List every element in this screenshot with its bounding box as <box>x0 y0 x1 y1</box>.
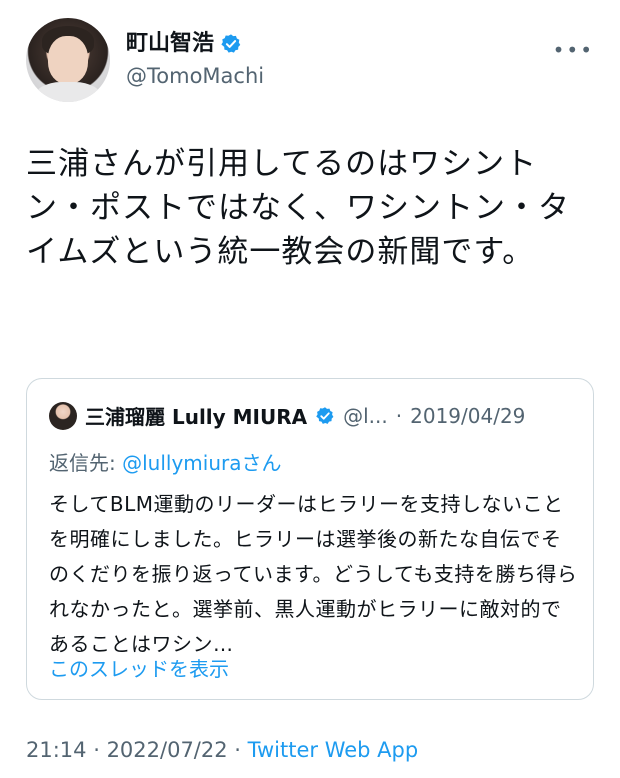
tweet-date[interactable]: 2022/07/22 <box>107 738 228 762</box>
more-dots-icon[interactable]: ••• <box>553 38 594 62</box>
quoted-tweet[interactable]: 三浦瑠麗 Lully MIURA @l... · 2019/04/29 返信先:… <box>26 378 594 700</box>
quoted-author-avatar <box>49 401 77 430</box>
author-handle[interactable]: @TomoMachi <box>126 64 264 88</box>
tweet-time[interactable]: 21:14 <box>26 738 87 762</box>
tweet-source-app[interactable]: Twitter Web App <box>248 738 419 762</box>
show-thread-link[interactable]: このスレッドを表示 <box>49 653 229 682</box>
verified-badge-icon <box>221 34 241 53</box>
avatar-body <box>34 82 102 102</box>
quoted-author-handle: @l... <box>343 403 388 428</box>
replying-to-link[interactable]: @lullymiura <box>122 451 241 475</box>
author-avatar[interactable] <box>26 18 110 102</box>
meta-separator: · <box>227 738 248 762</box>
author-names: 町山智浩 @TomoMachi <box>126 30 264 88</box>
quoted-tweet-text: そしてBLM運動のリーダーはヒラリーを支持しないことを明確にしました。ヒラリーは… <box>49 492 578 656</box>
verified-badge-icon <box>316 406 334 424</box>
tweet-meta: 21:14 · 2022/07/22 · Twitter Web App <box>26 738 418 762</box>
author-display-name-row[interactable]: 町山智浩 <box>126 30 264 58</box>
quoted-date: 2019/04/29 <box>410 403 526 428</box>
meta-separator: · <box>86 738 107 762</box>
replying-suffix: さん <box>241 451 282 475</box>
quoted-author-display-name: 三浦瑠麗 Lully MIURA <box>85 405 308 429</box>
replying-prefix: 返信先: <box>49 451 123 475</box>
quoted-separator: · <box>395 403 403 428</box>
avatar-face <box>48 36 88 84</box>
quoted-replying-to: 返信先: @lullymiuraさん <box>49 447 281 476</box>
quoted-tweet-header: 三浦瑠麗 Lully MIURA @l... · 2019/04/29 <box>49 401 525 430</box>
tweet-header: 町山智浩 @TomoMachi ••• <box>26 18 600 110</box>
tweet-text: 三浦さんが引用してるのはワシントン・ポストではなく、ワシントン・タイムズという統… <box>26 146 570 270</box>
author-display-name[interactable]: 町山智浩 <box>126 30 214 58</box>
